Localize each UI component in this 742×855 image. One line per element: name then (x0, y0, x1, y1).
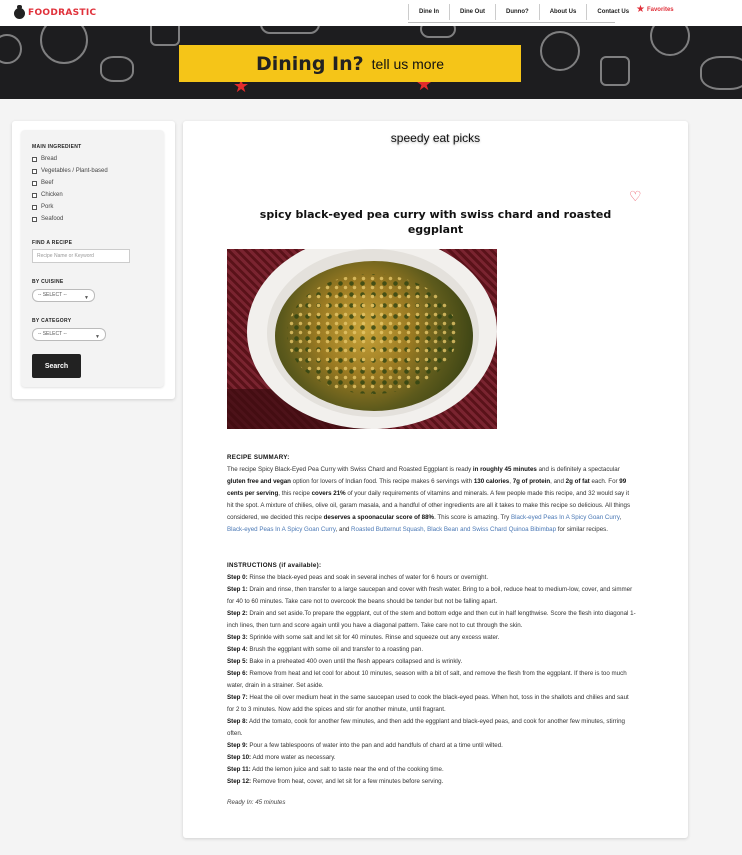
instruction-step: Step 8: Add the tomato, cook for another… (227, 718, 625, 737)
instruction-step: Step 2: Drain and set aside.To prepare t… (227, 610, 636, 629)
similar-recipe-link[interactable]: Black-eyed Peas In A Spicy Goan Curry (227, 526, 336, 533)
similar-recipe-link[interactable]: Black-eyed Peas In A Spicy Goan Curry (511, 514, 620, 521)
nav-contact-us[interactable]: Contact Us (586, 3, 639, 20)
ingredient-label: Bread (41, 156, 58, 162)
chevron-down-icon: ▼ (95, 334, 100, 340)
logo-text: FOODRASTIC (28, 8, 97, 18)
category-select[interactable]: -- SELECT -- ▼ (32, 328, 106, 341)
menu-divider (408, 22, 615, 23)
ready-in-time: Ready In: 45 minutes (227, 799, 286, 806)
similar-recipe-link[interactable]: Roasted Butternut Squash, Black Bean and… (351, 526, 556, 533)
search-button[interactable]: Search (32, 354, 81, 378)
hero-title: Dining In? (255, 52, 364, 75)
ingredient-label: Seafood (41, 216, 64, 222)
category-select-value: -- SELECT -- (38, 331, 67, 337)
instruction-step: Step 3: Sprinkle with some salt and let … (227, 634, 500, 641)
recipe-search-input[interactable]: Recipe Name or Keyword (32, 249, 130, 263)
recipe-summary: RECIPE SUMMARY: The recipe Spicy Black-E… (227, 452, 632, 536)
ingredient-option-chicken[interactable]: Chicken (32, 192, 63, 198)
instruction-step: Step 11: Add the lemon juice and salt to… (227, 766, 444, 773)
favorites-link[interactable]: ★ Favorites (636, 5, 674, 15)
main-menu: Dine In Dine Out Dunno? About Us Contact… (408, 0, 639, 23)
ingredient-label: Vegetables / Plant-based (41, 168, 108, 174)
doodle-plate-icon (0, 34, 22, 64)
doodle-box-icon (150, 26, 180, 46)
instruction-step: Step 4: Brush the eggplant with some oil… (227, 646, 424, 653)
cuisine-heading: BY CUISINE (32, 279, 64, 285)
doodle-food-icon (420, 26, 456, 38)
category-heading: BY CATEGORY (32, 318, 72, 324)
instruction-step: Step 1: Drain and rinse, then transfer t… (227, 586, 633, 605)
nav-dine-out[interactable]: Dine Out (449, 3, 495, 20)
summary-text: The recipe Spicy Black-Eyed Pea Curry wi… (227, 466, 631, 533)
doodle-food-icon (100, 56, 134, 82)
nav-dunno[interactable]: Dunno? (495, 3, 539, 20)
site-logo[interactable]: FOODRASTIC (14, 4, 97, 21)
instruction-step: Step 9: Pour a few tablespoons of water … (227, 742, 503, 749)
favorite-heart-icon[interactable]: ♡ (629, 189, 645, 203)
ingredient-option-pork[interactable]: Pork (32, 204, 53, 210)
doodle-pizza-icon (40, 26, 88, 64)
checkbox[interactable] (32, 168, 37, 174)
ingredient-label: Beef (41, 180, 54, 186)
curry-texture (287, 274, 457, 394)
instruction-step: Step 6: Remove from heat and let cool fo… (227, 670, 627, 689)
instruction-step: Step 12: Remove from heat, cover, and le… (227, 778, 444, 785)
doodle-cup-icon (600, 56, 630, 86)
recipe-title: spicy black-eyed pea curry with swiss ch… (259, 208, 612, 236)
cuisine-select[interactable]: -- SELECT -- ▼ (32, 289, 95, 302)
instruction-step: Step 10: Add more water as necessary. (227, 754, 336, 761)
section-heading: speedy eat picks (390, 131, 481, 145)
doodle-sandwich-icon (700, 56, 742, 90)
nav-dine-in[interactable]: Dine In (408, 3, 449, 20)
instruction-step: Step 7: Heat the oil over medium heat in… (227, 694, 629, 713)
checkbox[interactable] (32, 180, 37, 186)
star-icon: ★ (636, 4, 645, 15)
doodle-cookie-icon (260, 26, 320, 34)
ingredient-label: Chicken (41, 192, 63, 198)
chef-hat-icon (14, 4, 25, 19)
ingredient-option-beef[interactable]: Beef (32, 180, 53, 186)
doodle-bowl-icon (650, 26, 690, 56)
doodle-donut-icon (540, 31, 580, 71)
recipe-photo (227, 249, 497, 429)
summary-label: RECIPE SUMMARY: (227, 454, 290, 461)
ingredient-option-bread[interactable]: Bread (32, 156, 57, 162)
hero-title-banner: Dining In? tell us more (179, 45, 521, 82)
checkbox[interactable] (32, 216, 37, 222)
hero-subtitle: tell us more (371, 55, 445, 72)
checkbox[interactable] (32, 204, 37, 210)
instruction-step: Step 0: Rinse the black-eyed peas and so… (227, 574, 489, 581)
ingredient-label: Pork (41, 204, 54, 210)
nav-about-us[interactable]: About Us (538, 3, 587, 20)
cuisine-select-value: -- SELECT -- (38, 292, 67, 298)
instruction-step: Step 5: Bake in a preheated 400 oven unt… (227, 658, 463, 665)
find-recipe-heading: FIND A RECIPE (32, 240, 73, 246)
checkbox[interactable] (32, 192, 37, 198)
main-ingredient-heading: MAIN INGREDIENT (32, 144, 82, 150)
ingredient-option-seafood[interactable]: Seafood (32, 216, 63, 222)
favorites-label: Favorites (646, 7, 674, 13)
instructions-label: INSTRUCTIONS (if available): (227, 562, 322, 569)
chevron-down-icon: ▼ (84, 295, 89, 301)
ingredient-option-vegetables[interactable]: Vegetables / Plant-based (32, 168, 108, 174)
recipe-instructions: INSTRUCTIONS (if available): Step 0: Rin… (227, 560, 637, 788)
checkbox[interactable] (32, 156, 37, 162)
